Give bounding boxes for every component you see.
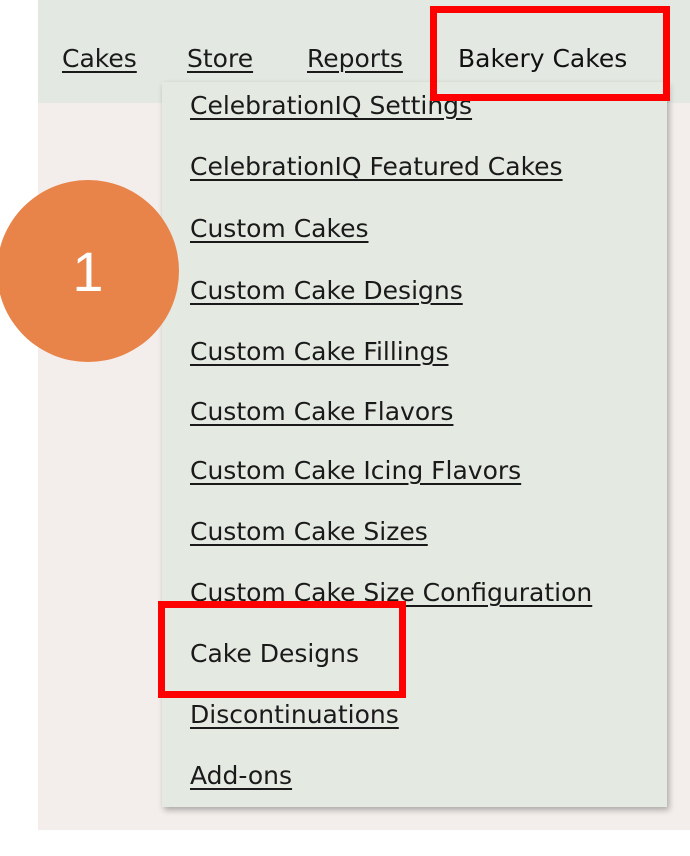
nav-reports-link[interactable]: Reports — [307, 44, 403, 74]
menu-item-discontinuations[interactable]: Discontinuations — [190, 700, 399, 730]
menu-item-add-ons[interactable]: Add-ons — [190, 761, 292, 791]
menu-item-celebrationiq-settings[interactable]: CelebrationIQ Settings — [190, 91, 472, 121]
menu-item-custom-cake-designs[interactable]: Custom Cake Designs — [190, 276, 463, 306]
menu-item-custom-cake-size-configuration[interactable]: Custom Cake Size Configuration — [190, 578, 592, 608]
menu-item-celebrationiq-featured-cakes[interactable]: CelebrationIQ Featured Cakes — [190, 152, 563, 182]
nav-cakes-link[interactable]: Cakes — [62, 44, 137, 74]
nav-bakery-cakes-menu[interactable]: Bakery Cakes — [458, 44, 627, 74]
page: Cakes Store Reports Bakery Cakes Celebra… — [0, 0, 690, 856]
menu-item-custom-cakes[interactable]: Custom Cakes — [190, 214, 369, 244]
menu-item-custom-cake-sizes[interactable]: Custom Cake Sizes — [190, 517, 428, 547]
step-number-badge: 1 — [0, 180, 179, 362]
bakery-cakes-dropdown-menu — [162, 82, 667, 807]
nav-store-link[interactable]: Store — [187, 44, 253, 74]
menu-item-custom-cake-flavors[interactable]: Custom Cake Flavors — [190, 397, 453, 427]
menu-item-cake-designs[interactable]: Cake Designs — [190, 639, 359, 669]
menu-item-custom-cake-icing-flavors[interactable]: Custom Cake Icing Flavors — [190, 456, 521, 486]
menu-item-custom-cake-fillings[interactable]: Custom Cake Fillings — [190, 337, 449, 367]
